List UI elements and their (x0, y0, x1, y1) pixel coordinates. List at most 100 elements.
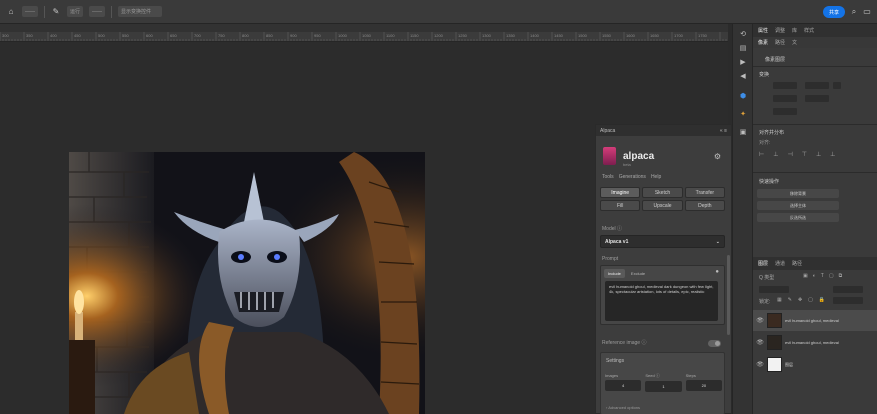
layer-thumbnail (767, 313, 782, 328)
workspace-icon[interactable]: ▭ (862, 7, 872, 17)
tab-styles[interactable]: 样式 (804, 27, 814, 34)
lock-move-icon[interactable]: ✥ (798, 297, 802, 303)
tab-library[interactable]: 库 (792, 27, 797, 34)
properties-tabs: 属性 调整 库 样式 (753, 24, 877, 37)
smart-filter-icon[interactable]: ⧉ (839, 273, 843, 279)
images-field: Images 4 (605, 373, 642, 392)
model-select[interactable]: Alpaca v1 ⌄ (600, 235, 725, 248)
type-filter-icon[interactable]: T (821, 273, 824, 279)
photoshop-window: ⌂ —— ✎ 运行 —— 显示变换控件 共享 ⌕ ▭ 300 350 400 450 5… (0, 0, 877, 414)
ruler-tick-label: 1400 (530, 33, 539, 38)
tab-channels[interactable]: 通道 (775, 260, 785, 267)
share-button[interactable]: 共享 (823, 6, 845, 18)
steps-input[interactable]: 20 (685, 380, 722, 391)
tab-exclude[interactable]: Exclude (627, 269, 649, 278)
advanced-options-toggle[interactable]: › Advanced options (606, 405, 640, 410)
align-top-icon[interactable]: ⊤ (802, 151, 807, 158)
fill-input[interactable] (833, 297, 863, 304)
pixel-layer-label: 像素图层 (765, 57, 786, 63)
option-field[interactable]: —— (89, 6, 106, 17)
align-sub-label: 对齐: (759, 140, 771, 146)
depth-button[interactable]: Depth (684, 200, 725, 211)
ruler-tick-label: 1150 (410, 33, 419, 38)
tab-text[interactable]: 文 (792, 39, 797, 46)
layer-name: evil humanoid ghoul, medieval (785, 340, 839, 345)
remove-background-button[interactable]: 移除背景 (757, 189, 839, 198)
lock-paint-icon[interactable]: ✎ (788, 297, 792, 303)
ghoul-artwork-image[interactable] (69, 152, 425, 414)
blend-mode-select[interactable] (759, 286, 789, 293)
link-toggle[interactable] (833, 82, 841, 89)
lock-pixels-icon[interactable]: ▦ (777, 297, 782, 303)
history-icon[interactable]: ⟲ (738, 30, 748, 40)
tab-include[interactable]: Include (604, 269, 625, 278)
alpaca-subtitle: beta (623, 162, 631, 167)
width-input[interactable] (773, 82, 797, 89)
layer-filter[interactable]: Q 类型 (759, 274, 774, 281)
align-left-icon[interactable]: ⊢ (759, 151, 764, 158)
info-icon[interactable]: ● (715, 269, 719, 275)
eye-icon[interactable]: 👁 (756, 339, 764, 346)
height-input[interactable] (805, 82, 829, 89)
layer-row[interactable]: 👁 evil humanoid ghoul, medieval (753, 310, 877, 331)
sound-icon[interactable]: ◀ (738, 72, 748, 82)
layers-panel-icon[interactable]: ▣ (738, 128, 748, 138)
play-icon[interactable]: ▶ (738, 58, 748, 68)
inverse-selection-button[interactable]: 反选所选 (757, 213, 839, 222)
nav-generations[interactable]: Generations (619, 174, 646, 180)
document-tab-strip (0, 24, 728, 32)
tab-paths[interactable]: 路径 (792, 260, 802, 267)
search-icon[interactable]: ⌕ (849, 7, 859, 17)
gear-icon[interactable]: ⚙ (714, 152, 721, 161)
x-input[interactable] (773, 95, 797, 102)
layer-name: evil humanoid ghoul, medieval (785, 318, 839, 323)
transfer-button[interactable]: Transfer (684, 187, 725, 198)
seed-input[interactable]: 1 (645, 381, 682, 392)
fill-button[interactable]: Fill (600, 200, 641, 211)
eye-icon[interactable]: 👁 (756, 361, 764, 368)
prompt-textarea[interactable]: evil humanoid ghoul, medieval dark dunge… (605, 281, 718, 321)
layer-row[interactable]: 👁 图层 (753, 354, 877, 375)
tab-pixel[interactable]: 像素 (758, 39, 768, 46)
lock-artboard-icon[interactable]: ▢ (808, 297, 813, 303)
lock-all-icon[interactable]: 🔒 (819, 297, 825, 303)
images-input[interactable]: 4 (605, 380, 642, 391)
tab-layers[interactable]: 图层 (758, 260, 768, 267)
adjust-icon[interactable]: ▤ (738, 44, 748, 54)
plugin-icon[interactable]: ✦ (738, 110, 748, 120)
ruler-tick-label: 1200 (434, 33, 443, 38)
align-middle-icon[interactable]: ⊥ (816, 151, 821, 158)
eye-icon[interactable]: 👁 (756, 317, 764, 324)
panel-menu-icon[interactable]: « ≡ (720, 128, 727, 134)
panel-scrollbar[interactable] (727, 255, 730, 335)
nav-help[interactable]: Help (651, 174, 661, 180)
align-bottom-icon[interactable]: ⊥ (830, 151, 835, 158)
layer-row[interactable]: 👁 evil humanoid ghoul, medieval (753, 332, 877, 353)
ruler-tick-label: 450 (74, 33, 81, 38)
sketch-button[interactable]: Sketch (642, 187, 683, 198)
reference-image-toggle[interactable] (708, 340, 721, 347)
shape-filter-icon[interactable]: ▢ (829, 273, 834, 279)
tab-adjust[interactable]: 调整 (775, 27, 785, 34)
tool-preset-field[interactable]: —— (22, 6, 38, 17)
nav-tools[interactable]: Tools (602, 174, 614, 180)
select-subject-button[interactable]: 选择主体 (757, 201, 839, 210)
align-center-icon[interactable]: ⊥ (773, 151, 778, 158)
angle-input[interactable] (773, 108, 797, 115)
ruler-tick-label: 1550 (602, 33, 611, 38)
upscale-button[interactable]: Upscale (642, 200, 683, 211)
tab-properties[interactable]: 属性 (758, 27, 768, 34)
adjust-filter-icon[interactable]: ◐ (813, 273, 816, 279)
home-icon[interactable]: ⌂ (6, 7, 16, 17)
imagine-button[interactable]: Imagine (600, 187, 641, 198)
shape-icon[interactable]: ⬢ (738, 92, 748, 102)
layer-filter-icons: ▣ ◐ T ▢ ⧉ (803, 273, 842, 279)
pixel-filter-icon[interactable]: ▣ (803, 273, 808, 279)
show-transform-controls-field[interactable]: 显示变换控件 (118, 6, 163, 17)
opacity-input[interactable] (833, 286, 863, 293)
tab-path[interactable]: 路径 (775, 39, 785, 46)
run-field[interactable]: 运行 (67, 6, 84, 17)
brush-icon[interactable]: ✎ (51, 7, 61, 17)
align-right-icon[interactable]: ⊣ (787, 151, 792, 158)
y-input[interactable] (805, 95, 829, 102)
